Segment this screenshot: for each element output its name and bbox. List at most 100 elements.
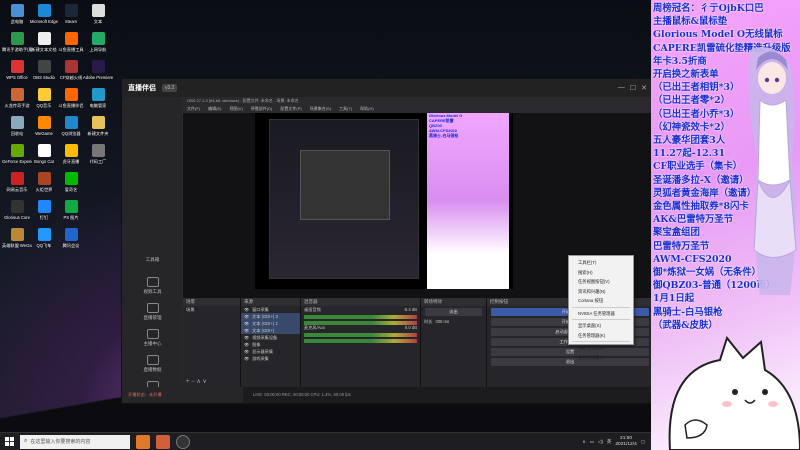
source-item[interactable]: 👁 图像 <box>241 341 300 348</box>
ime-indicator[interactable]: 英 <box>607 439 612 445</box>
eye-icon[interactable]: 👁 <box>244 321 249 326</box>
desktop-icon[interactable]: OBS Studio <box>29 60 59 80</box>
eye-icon[interactable]: 👁 <box>244 328 249 333</box>
sidebar-item-manage[interactable]: 直播管理 <box>130 303 175 321</box>
source-item[interactable]: 👁 文本 (GDI+) 3 <box>241 313 300 320</box>
context-menu-item[interactable]: 工具栏(T) <box>569 258 633 268</box>
desktop-icon[interactable]: 腾讯手游助手(魔兽世界) <box>2 32 32 52</box>
desktop-icon[interactable]: QQ浏览器 <box>56 116 86 136</box>
desktop-icon[interactable]: CF穿越火线 <box>56 60 86 80</box>
desktop-icon[interactable]: PS 图片 <box>56 200 86 220</box>
desktop-icon[interactable]: 新建文本文档 <box>29 32 59 52</box>
maximize-icon[interactable]: ☐ <box>630 84 636 92</box>
source-item[interactable]: 👁 文本 (GDI+) <box>241 327 300 334</box>
sidebar-item-data[interactable]: 直播数据 <box>130 355 175 373</box>
desktop-icon[interactable]: 火炬世界 <box>29 172 59 192</box>
context-menu-item[interactable]: 锁定任务栏(L) <box>569 343 633 353</box>
source-item[interactable]: 👁 显示器采集 <box>241 348 300 355</box>
obs-menu-item[interactable]: 文件(F) <box>187 105 200 113</box>
desktop-icon[interactable]: 新建文件夹 <box>83 116 113 136</box>
eye-icon[interactable]: 👁 <box>244 314 249 319</box>
desktop-icon-label: Bongo Cat <box>34 159 54 164</box>
desktop-icon-label: 火龙传奇手游 <box>4 103 30 108</box>
desktop-icon[interactable]: Microsoft Edge <box>29 4 59 24</box>
desktop-icon-label: CF穿越火线 <box>59 75 83 80</box>
mixer-channel-desktop[interactable]: 桌面音频 -5.3 dB <box>301 306 420 325</box>
eye-icon[interactable]: 👁 <box>244 342 249 347</box>
context-menu-item[interactable]: 资讯和兴趣(N) <box>569 287 633 297</box>
obs-menu-item[interactable]: 帮助(H) <box>360 105 374 113</box>
desktop-icon[interactable]: 上网导航 <box>83 32 113 52</box>
desktop-icon[interactable]: 爱奇艺 <box>56 172 86 192</box>
desktop-icon[interactable]: 回收站 <box>2 116 32 136</box>
tray-chevron-icon[interactable]: ∧ <box>582 439 585 445</box>
obs-menu-item[interactable]: 场景集合(S) <box>310 105 331 113</box>
context-menu-item[interactable]: Cortana 按钮 <box>569 296 633 306</box>
network-icon[interactable]: ▭ <box>590 439 594 445</box>
obs-menu-item[interactable]: 视图(V) <box>229 105 242 113</box>
desktop-icon[interactable]: 英雄联盟 WeGame <box>2 228 32 248</box>
overlay-line: 周榜冠名：彳亍OjbK口巴 <box>653 3 764 14</box>
source-item[interactable]: 👁 文本 (GDI+) 2 <box>241 320 300 327</box>
desktop-icon[interactable]: 腾讯会议 <box>56 228 86 248</box>
obs-menu-item[interactable]: 工具(T) <box>339 105 352 113</box>
minimize-icon[interactable]: — <box>618 84 625 92</box>
source-item[interactable]: 👁 窗口采集 <box>241 306 300 313</box>
context-menu-item[interactable]: NVIDIA 任务管理器 <box>569 309 633 319</box>
desktop-icon[interactable]: Steam <box>56 4 86 24</box>
desktop-icon[interactable]: 电脑管家 <box>83 88 113 108</box>
source-item[interactable]: 👁 视频采集设备 <box>241 334 300 341</box>
desktop-icon-label: 火炬世界 <box>35 187 53 192</box>
desktop-icon[interactable]: WPS Office <box>2 60 32 80</box>
taskbar-app-game[interactable] <box>156 434 170 449</box>
desktop-icon[interactable]: 文本 <box>83 4 113 24</box>
version-chip: v3.2 <box>162 84 178 92</box>
desktop-icon[interactable]: Bongo Cat <box>29 144 59 164</box>
taskbar-app-obs[interactable] <box>176 434 190 449</box>
desktop-icon[interactable]: Glorious Core <box>2 200 32 220</box>
obs-menu-item[interactable]: 配置文件(P) <box>280 105 301 113</box>
taskbar-app-live[interactable] <box>136 434 150 449</box>
obs-menu-item[interactable]: 停靠部件(D) <box>251 105 273 113</box>
transition-select[interactable]: 淡出 <box>425 308 482 316</box>
notification-icon[interactable]: ▢ <box>641 439 645 445</box>
menu-separator <box>572 319 630 320</box>
sidebar-item-video[interactable]: 视频工具 <box>130 277 175 295</box>
desktop-icon[interactable]: GeForce Experience <box>2 144 32 164</box>
sidebar-item-toolbox[interactable]: 工具箱 <box>130 257 175 263</box>
scene-toolbar[interactable]: + − ∧ ∨ <box>186 378 207 385</box>
desktop-icon[interactable]: 斗鱼直播伴侣 <box>56 88 86 108</box>
desktop-icon[interactable]: QQ飞车 <box>29 228 59 248</box>
close-icon[interactable]: ✕ <box>641 84 647 92</box>
obs-menu-item[interactable]: 编辑(E) <box>208 105 221 113</box>
context-menu-item[interactable]: 搜索(H) <box>569 268 633 278</box>
desktop-icon-label: WeGame <box>35 131 53 136</box>
desktop-icon[interactable]: 网易云音乐 <box>2 172 32 192</box>
desktop-icon[interactable]: 钉钉 <box>29 200 59 220</box>
desktop-icon[interactable]: WeGame <box>29 116 59 136</box>
desktop-icon[interactable]: 虎牙直播 <box>56 144 86 164</box>
start-button[interactable] <box>0 433 18 450</box>
desktop-icon[interactable]: 此电脑 <box>2 4 32 24</box>
desktop-icon[interactable]: 代码工厂 <box>83 144 113 164</box>
eye-icon[interactable]: 👁 <box>244 307 249 312</box>
taskbar-clock[interactable]: 21:50 2021/12/4 <box>615 436 636 447</box>
scene-item[interactable]: 场景 <box>183 306 240 313</box>
desktop-icon[interactable]: 斗鱼直播工具 <box>56 32 86 52</box>
eye-icon[interactable]: 👁 <box>244 335 249 340</box>
source-item[interactable]: 👁 游戏采集 <box>241 355 300 362</box>
context-menu-item[interactable]: 显示桌面(S) <box>569 321 633 331</box>
context-menu-item[interactable]: 任务栏设置(T) <box>569 353 633 363</box>
desktop-icon[interactable]: QQ音乐 <box>29 88 59 108</box>
context-menu-item[interactable]: 任务管理器(K) <box>569 331 633 341</box>
desktop-icon[interactable]: 火龙传奇手游 <box>2 88 32 108</box>
sidebar-item-anchor-center[interactable]: 主播中心 <box>130 329 175 347</box>
volume-icon[interactable]: ◁) <box>598 439 603 445</box>
taskbar-search[interactable]: ⌕ 在这里输入你要搜索的内容 <box>20 434 130 449</box>
eye-icon[interactable]: 👁 <box>244 356 249 361</box>
eye-icon[interactable]: 👁 <box>244 349 249 354</box>
desktop-icon[interactable]: Adobe Premiere <box>83 60 113 80</box>
duration-field[interactable]: 300 ms <box>435 319 449 324</box>
mixer-channel-mic[interactable]: 麦克风/Aux 0.0 dB <box>301 324 420 343</box>
context-menu-item[interactable]: 任务视图按钮(V) <box>569 277 633 287</box>
